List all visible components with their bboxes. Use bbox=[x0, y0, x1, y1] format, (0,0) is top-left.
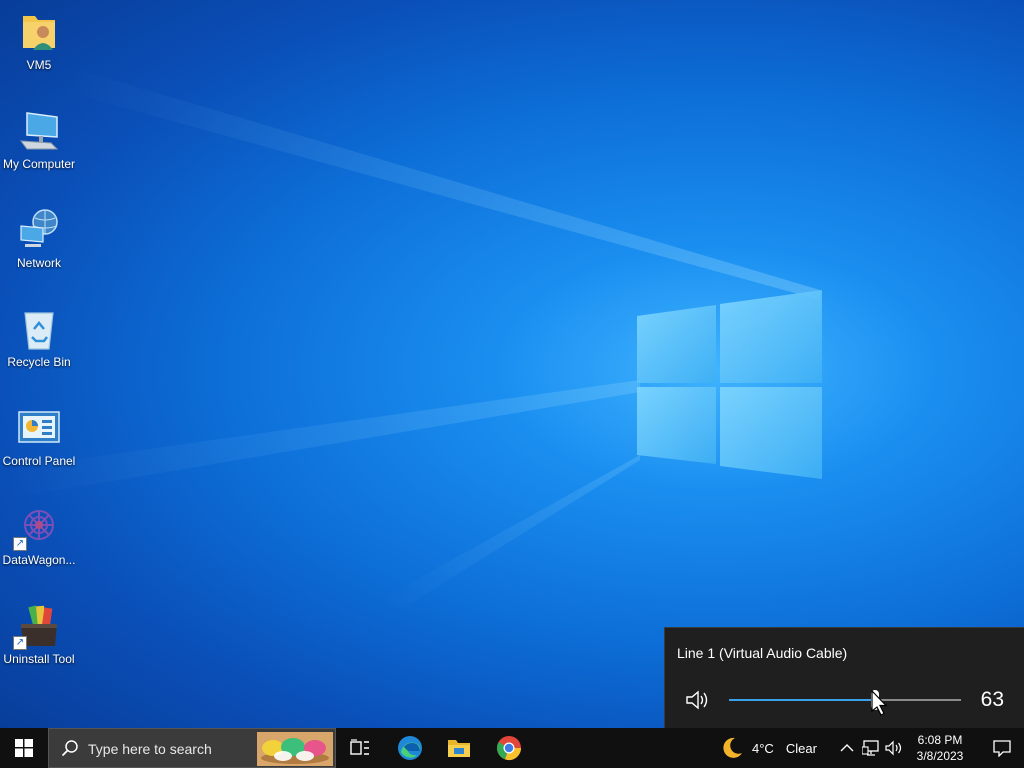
user-folder-icon bbox=[17, 10, 61, 54]
volume-slider[interactable] bbox=[729, 690, 961, 710]
notification-icon bbox=[993, 740, 1011, 757]
desktop-icon-label: VM5 bbox=[26, 58, 52, 72]
shortcut-arrow-icon: ↗ bbox=[13, 537, 27, 551]
desktop-icon-label: DataWagon... bbox=[2, 553, 76, 567]
taskbar-clock[interactable]: 6:08 PM 3/8/2023 bbox=[906, 732, 974, 764]
control-panel-icon bbox=[17, 406, 61, 450]
desktop-icon-label: Recycle Bin bbox=[7, 355, 71, 369]
desktop-icon-uninstall-tool[interactable]: ↗ Uninstall Tool bbox=[0, 604, 78, 666]
speaker-icon[interactable] bbox=[685, 688, 711, 712]
taskbar-weather[interactable]: 4°C Clear bbox=[720, 728, 817, 768]
action-center-button[interactable] bbox=[980, 728, 1024, 768]
computer-icon bbox=[17, 109, 61, 153]
search-icon bbox=[61, 740, 78, 757]
start-button[interactable] bbox=[0, 728, 48, 768]
taskbar-file-explorer[interactable] bbox=[435, 728, 483, 768]
desktop-icon-label: Network bbox=[16, 256, 61, 270]
taskbar: Type here to search 4°C Clear 6:08 PM 3/… bbox=[0, 728, 1024, 768]
desktop-icon-my-computer[interactable]: My Computer bbox=[0, 109, 78, 171]
desktop-icon-datawagon[interactable]: ↗ DataWagon... bbox=[0, 505, 78, 567]
clock-date: 3/8/2023 bbox=[916, 749, 964, 763]
volume-tray-icon[interactable] bbox=[885, 738, 903, 758]
mouse-cursor-icon bbox=[871, 690, 888, 716]
search-highlight-holi-icon bbox=[257, 732, 333, 766]
desktop-icon-vm5[interactable]: VM5 bbox=[0, 10, 78, 72]
task-view-icon bbox=[350, 739, 369, 755]
shortcut-arrow-icon: ↗ bbox=[13, 636, 27, 650]
search-placeholder: Type here to search bbox=[88, 741, 212, 757]
clock-time: 6:08 PM bbox=[917, 733, 963, 747]
wallpaper bbox=[0, 70, 822, 610]
taskbar-edge[interactable] bbox=[386, 728, 434, 768]
desktop-icon-network[interactable]: Network bbox=[0, 208, 78, 270]
windows-start-icon bbox=[15, 739, 33, 757]
audio-device-name: Line 1 (Virtual Audio Cable) bbox=[677, 645, 848, 661]
weather-temperature: 4°C bbox=[752, 740, 774, 756]
chrome-icon bbox=[496, 736, 522, 761]
uninstall-tool-icon: ↗ bbox=[13, 604, 61, 650]
network-icon bbox=[17, 208, 61, 252]
desktop-icon-label: Uninstall Tool bbox=[3, 652, 75, 666]
chevron-up-icon[interactable] bbox=[838, 738, 856, 758]
desktop-icon-label: My Computer bbox=[2, 157, 76, 171]
taskbar-chrome[interactable] bbox=[485, 728, 533, 768]
task-view-button[interactable] bbox=[336, 728, 384, 768]
taskbar-search-box[interactable]: Type here to search bbox=[48, 728, 336, 768]
desktop-icon-recycle-bin[interactable]: Recycle Bin bbox=[0, 307, 78, 369]
volume-flyout: Line 1 (Virtual Audio Cable) 63 bbox=[664, 627, 1024, 728]
desktop-icon-label: Control Panel bbox=[2, 454, 76, 468]
weather-condition: Clear bbox=[785, 740, 817, 756]
windows-logo bbox=[637, 290, 822, 479]
recycle-bin-icon bbox=[17, 307, 61, 351]
file-explorer-icon bbox=[448, 740, 470, 757]
volume-level-value: 63 bbox=[980, 688, 1004, 711]
moon-icon bbox=[723, 737, 742, 758]
network-tray-icon[interactable] bbox=[862, 738, 880, 758]
datawagon-icon: ↗ bbox=[13, 505, 61, 551]
edge-icon bbox=[398, 736, 422, 760]
desktop-icon-control-panel[interactable]: Control Panel bbox=[0, 406, 78, 468]
volume-slider-fill bbox=[729, 699, 876, 701]
